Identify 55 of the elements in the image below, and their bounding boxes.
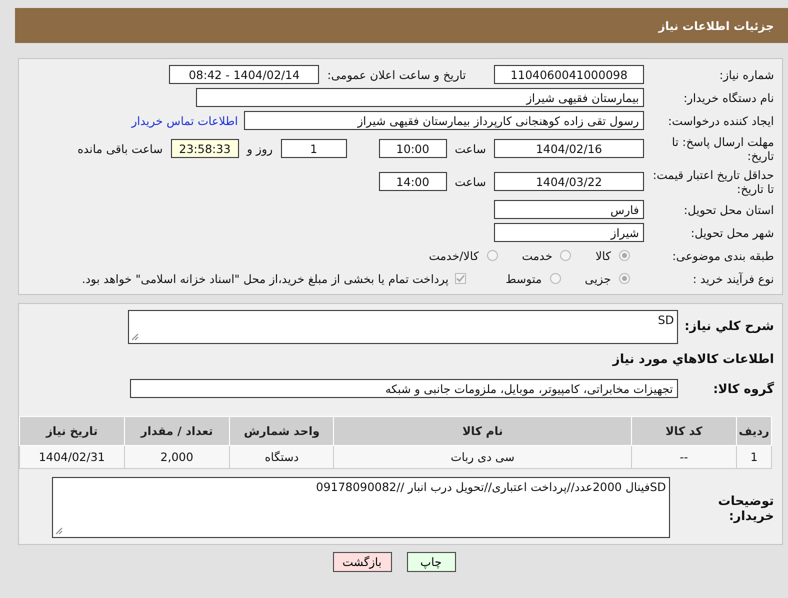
announce-date-field: 1404/02/14 - 08:42 bbox=[169, 65, 320, 84]
remaining-time-field: 23:58:33 bbox=[170, 139, 239, 158]
column-header: کد کالا bbox=[631, 416, 737, 446]
field-label: نام دستگاه خریدار: bbox=[682, 90, 775, 104]
column-header: نام کالا bbox=[334, 416, 632, 446]
page-title: جزئیات اطلاعات نیاز bbox=[658, 18, 774, 32]
field-label: حداقل تاریخ اعتبار قیمت: تا تاریخ: bbox=[652, 168, 775, 196]
deadline-time-field: 10:00 bbox=[378, 139, 447, 158]
radio-label: خدمت bbox=[522, 248, 552, 262]
column-header: واحد شمارش bbox=[230, 416, 334, 446]
radio-label: کالا/خدمت bbox=[428, 248, 479, 262]
section-title: اطلاعات كالاهاي مورد نیاز bbox=[611, 351, 775, 366]
field-label: تاریخ و ساعت اعلان عمومی: bbox=[327, 68, 466, 82]
table-cell: 1 bbox=[736, 446, 772, 468]
field-label: گروه کالا: bbox=[712, 380, 775, 396]
field-label: توضیحات خریدار: bbox=[717, 492, 775, 522]
requester-field: رسول تقی زاده کوهنجانی کارپرداز بیمارستان فقیهی شیراز bbox=[244, 111, 644, 130]
field-label: نوع فرآیند خرید : bbox=[692, 272, 775, 286]
buyer-notes-textarea[interactable]: SDفینال 2000عدد//پرداخت اعتباری//تحویل درب انبار //09178090082 bbox=[52, 477, 670, 538]
field-label: شرح كلي نیاز: bbox=[684, 317, 775, 333]
checkbox-label: پرداخت تمام یا بخشی از مبلغ خرید،از محل "اسناد خزانه اسلامی" خواهد بود. bbox=[82, 272, 449, 286]
field-label: استان محل تحویل: bbox=[682, 202, 775, 216]
description-textarea[interactable]: SD bbox=[128, 310, 678, 344]
field-label: مهلت ارسال پاسخ: تا تاریخ: bbox=[670, 134, 775, 162]
field-label: شماره نیاز: bbox=[718, 68, 775, 82]
back-button[interactable]: بازگشت bbox=[332, 552, 392, 572]
province-field: فارس bbox=[494, 200, 644, 219]
days-label: روز و bbox=[246, 142, 273, 156]
validity-date-field: 1404/03/22 bbox=[494, 172, 644, 191]
column-header: تاریخ نیاز bbox=[20, 416, 124, 446]
column-header: ردیف bbox=[736, 416, 772, 446]
print-button[interactable]: چاپ bbox=[406, 552, 456, 572]
column-header: تعداد / مقدار bbox=[124, 416, 230, 446]
field-label: شهر محل تحویل: bbox=[690, 226, 775, 240]
remaining-label: ساعت باقی مانده bbox=[78, 142, 163, 156]
table-cell: سی دی ربات bbox=[334, 446, 632, 468]
need-number-field: 1104060041000098 bbox=[494, 65, 644, 84]
table-cell: 1404/02/31 bbox=[20, 446, 124, 468]
time-label: ساعت bbox=[454, 142, 486, 156]
deadline-date-field: 1404/02/16 bbox=[494, 139, 644, 158]
field-label: طبقه بندی موضوعی: bbox=[671, 248, 775, 262]
table-cell: 2,000 bbox=[124, 446, 230, 468]
radio-label: جزیی bbox=[584, 272, 611, 286]
goods-group-field: تجهیزات مخابراتی، کامپیوتر، موبایل، ملزومات جانبی و شبکه bbox=[130, 378, 678, 398]
days-field: 1 bbox=[280, 139, 347, 158]
table-cell: دستگاه bbox=[230, 446, 334, 468]
table-cell: -- bbox=[631, 446, 737, 468]
field-label: ایجاد کننده درخواست: bbox=[667, 114, 775, 128]
validity-time-field: 14:00 bbox=[378, 172, 447, 191]
radio-label: متوسط bbox=[506, 272, 542, 286]
time-label: ساعت bbox=[454, 174, 486, 188]
buyer-org-field: بیمارستان فقیهی شیراز bbox=[196, 88, 644, 107]
city-field: شیراز bbox=[494, 223, 644, 242]
buyer-contact-link[interactable]: اطلاعات تماس خریدار bbox=[131, 114, 238, 128]
radio-label: کالا bbox=[595, 248, 611, 262]
